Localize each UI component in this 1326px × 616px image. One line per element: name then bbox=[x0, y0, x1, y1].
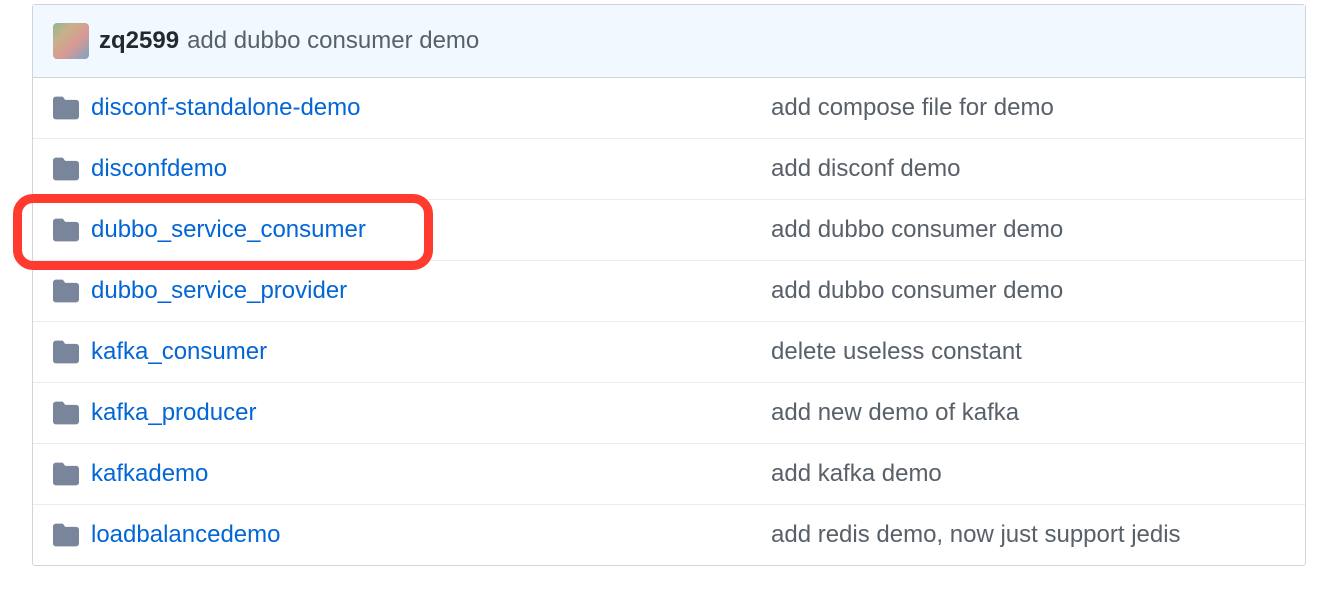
folder-icon bbox=[53, 461, 79, 487]
username[interactable]: zq2599 bbox=[99, 27, 179, 55]
table-row: kafkademoadd kafka demo bbox=[33, 444, 1305, 505]
table-row: dubbo_service_provideradd dubbo consumer… bbox=[33, 261, 1305, 322]
file-name-link[interactable]: dubbo_service_provider bbox=[91, 277, 771, 305]
table-row: kafka_consumerdelete useless constant bbox=[33, 322, 1305, 383]
file-commit-message[interactable]: add redis demo, now just support jedis bbox=[771, 521, 1285, 549]
file-name-link[interactable]: loadbalancedemo bbox=[91, 521, 771, 549]
file-browser: zq2599 add dubbo consumer demo disconf-s… bbox=[32, 4, 1306, 566]
file-name-link[interactable]: disconfdemo bbox=[91, 155, 771, 183]
file-commit-message[interactable]: add dubbo consumer demo bbox=[771, 277, 1285, 305]
commit-header: zq2599 add dubbo consumer demo bbox=[33, 5, 1305, 78]
table-row: dubbo_service_consumeradd dubbo consumer… bbox=[33, 200, 1305, 261]
folder-icon bbox=[53, 400, 79, 426]
folder-icon bbox=[53, 156, 79, 182]
folder-icon bbox=[53, 278, 79, 304]
file-commit-message[interactable]: add dubbo consumer demo bbox=[771, 216, 1285, 244]
file-name-link[interactable]: kafka_producer bbox=[91, 399, 771, 427]
file-name-link[interactable]: kafka_consumer bbox=[91, 338, 771, 366]
folder-icon bbox=[53, 95, 79, 121]
file-commit-message[interactable]: add disconf demo bbox=[771, 155, 1285, 183]
file-list: disconf-standalone-demoadd compose file … bbox=[33, 78, 1305, 565]
table-row: loadbalancedemoadd redis demo, now just … bbox=[33, 505, 1305, 565]
file-name-link[interactable]: dubbo_service_consumer bbox=[91, 216, 771, 244]
table-row: disconfdemoadd disconf demo bbox=[33, 139, 1305, 200]
table-row: disconf-standalone-demoadd compose file … bbox=[33, 78, 1305, 139]
file-name-link[interactable]: kafkademo bbox=[91, 460, 771, 488]
folder-icon bbox=[53, 217, 79, 243]
commit-message[interactable]: add dubbo consumer demo bbox=[187, 27, 479, 55]
avatar[interactable] bbox=[53, 23, 89, 59]
file-commit-message[interactable]: delete useless constant bbox=[771, 338, 1285, 366]
file-commit-message[interactable]: add new demo of kafka bbox=[771, 399, 1285, 427]
table-row: kafka_produceradd new demo of kafka bbox=[33, 383, 1305, 444]
folder-icon bbox=[53, 339, 79, 365]
file-commit-message[interactable]: add compose file for demo bbox=[771, 94, 1285, 122]
file-name-link[interactable]: disconf-standalone-demo bbox=[91, 94, 771, 122]
file-commit-message[interactable]: add kafka demo bbox=[771, 460, 1285, 488]
folder-icon bbox=[53, 522, 79, 548]
